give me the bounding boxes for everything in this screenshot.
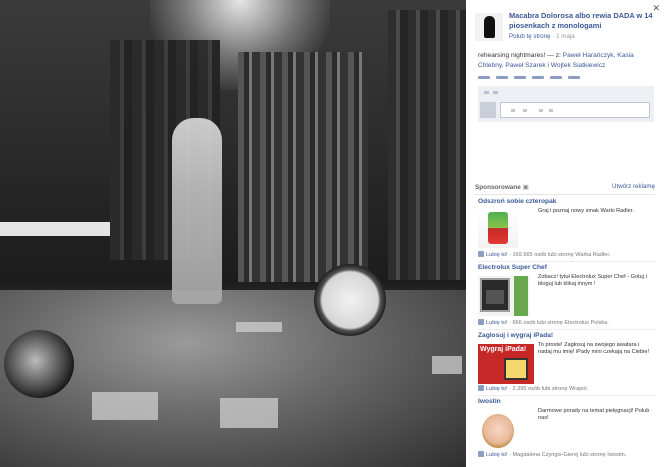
placeholder-dot: [549, 109, 553, 112]
sponsored-label-text: Sponsorowane: [475, 184, 521, 191]
ad-like-row: Lubię to! · 169.565 osób lubi stronę War…: [478, 251, 611, 258]
action-more[interactable]: [568, 76, 580, 79]
thumbs-up-icon: [478, 385, 484, 391]
sponsored-header: Sponsorowane ▣ Utwórz reklamę: [475, 183, 655, 195]
floor-paper: [432, 356, 462, 374]
ad-title[interactable]: Electrolux Super Chef: [478, 264, 547, 271]
placeholder-dot: [523, 109, 527, 112]
ad-text: Graj i poznaj nowy smak Warki Radler.: [538, 208, 634, 214]
caption-text: rehearsing nightmares! — z:: [478, 52, 563, 59]
photo-sidebar: ✕ Macabra Dolorosa albo rewia DADA w 14 …: [466, 0, 664, 467]
photo-actions: [478, 76, 580, 79]
ad-like-link[interactable]: Lubię to!: [486, 386, 507, 392]
ad-image[interactable]: [478, 276, 530, 316]
ad-like-row: Lubię to! · 2.395 osób lubi stronę Wrapo…: [478, 385, 588, 392]
thumbs-up-icon: [478, 251, 484, 257]
stage-singer: [172, 118, 222, 304]
stage-backdrop-middle: [238, 52, 368, 282]
floor-paper: [220, 398, 278, 428]
ad-like-link[interactable]: Lubię to!: [486, 252, 507, 258]
oven-icon: [480, 278, 510, 312]
ad-social: · Magdalena Czyngis-Gierej lubi stronę I…: [507, 452, 627, 458]
book-icon: [514, 276, 528, 316]
sponsored-label: Sponsorowane ▣: [475, 183, 529, 191]
ad-title[interactable]: Iwostin: [478, 398, 501, 405]
ipad-icon: [504, 358, 528, 380]
photo-viewer[interactable]: [0, 0, 466, 467]
likes-text[interactable]: [493, 91, 498, 94]
floor-paper: [236, 322, 282, 332]
comment-input[interactable]: [500, 102, 650, 118]
ad-image[interactable]: Wygraj iPada!: [478, 344, 534, 384]
ad-social: · 169.565 osób lubi stronę Warka Radler.: [507, 252, 611, 258]
stage-backdrop-right: [388, 10, 466, 280]
ad-like-row: Lubię to! · 666 osób lubi stronę Electro…: [478, 319, 609, 326]
create-ad-link[interactable]: Utwórz reklamę: [612, 183, 655, 190]
page-avatar[interactable]: [475, 13, 503, 41]
can-icon: [488, 212, 508, 244]
action-comment[interactable]: [496, 76, 508, 79]
comment-box: [478, 86, 654, 122]
post-date[interactable]: 1 maja: [556, 33, 575, 40]
ad-like-link[interactable]: Lubię to!: [486, 320, 507, 326]
ad-like-row: Lubię to! · Magdalena Czyngis-Gierej lub…: [478, 451, 626, 458]
action-share[interactable]: [514, 76, 526, 79]
ad-title[interactable]: Odszroń sobie czteropak: [478, 198, 556, 205]
floor-paper: [92, 392, 158, 420]
ad-social: · 2.395 osób lubi stronę Wrapol.: [507, 386, 589, 392]
thumbs-up-icon: [478, 451, 484, 457]
ad-item: Odszroń sobie czteropak Graj i poznaj no…: [478, 198, 656, 262]
ad-image[interactable]: [478, 410, 518, 450]
placeholder-dot: [511, 109, 515, 112]
ad-text: Darmowe porady na temat pielęgnacji! Pol…: [538, 408, 650, 422]
thumbs-up-icon: [478, 319, 484, 325]
likes-thumb-icon: [484, 91, 489, 94]
ad-like-link[interactable]: Lubię to!: [486, 452, 507, 458]
likes-row: [484, 91, 498, 94]
like-page-link[interactable]: Polub tę stronę: [509, 33, 551, 40]
ad-title[interactable]: Zaglosuj i wygraj iPada!: [478, 332, 553, 339]
ads-count-icon: ▣: [522, 184, 529, 191]
avatar: [480, 102, 496, 118]
action-tag[interactable]: [532, 76, 544, 79]
photo-caption: rehearsing nightmares! — z: Paweł Harańc…: [478, 51, 658, 71]
placeholder-dot: [539, 109, 543, 112]
action-options[interactable]: [550, 76, 562, 79]
figure-icon: [484, 16, 495, 38]
action-like[interactable]: [478, 76, 490, 79]
page-name-link[interactable]: Macabra Dolorosa albo rewia DADA w 14 pi…: [509, 11, 655, 30]
ad-social: · 666 osób lubi stronę Electrolux Polska…: [507, 320, 609, 326]
stage-lamp: [4, 330, 74, 398]
ad-image-text: Wygraj iPada!: [480, 346, 527, 353]
face-icon: [482, 414, 514, 448]
ad-image[interactable]: [478, 210, 518, 248]
stage-drum: [314, 264, 386, 336]
ad-item: Iwostin Darmowe porady na temat pielęgna…: [478, 398, 656, 462]
ad-item: Zaglosuj i wygraj iPada! Wygraj iPada! T…: [478, 332, 656, 396]
ad-text: To proste! Zagłosuj na swojego awatara i…: [538, 342, 649, 356]
ad-text: Zobacz! tytuł Electrolux Super Chef - Go…: [538, 274, 647, 288]
page-meta: Polub tę stronę · 1 maja: [509, 33, 575, 40]
stage-keyboard: [0, 222, 110, 236]
ad-item: Electrolux Super Chef Zobacz! tytuł Elec…: [478, 264, 656, 330]
